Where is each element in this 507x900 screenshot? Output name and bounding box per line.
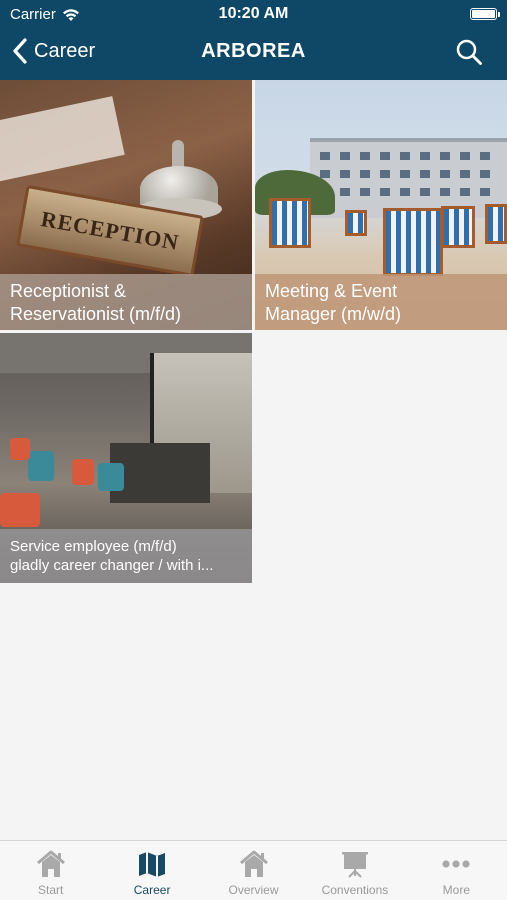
tab-label: More [442,883,470,897]
restaurant-chair [72,459,94,485]
presentation-board-icon [341,852,368,878]
status-time: 10:20 AM [218,5,289,22]
job-tile-event-manager[interactable]: Meeting & Event Manager (m/w/d) [255,80,507,330]
job-title: Service employee (m/f/d) gladly career c… [0,529,252,583]
battery-icon [470,8,500,20]
tab-conventions[interactable]: Conventions [304,841,405,900]
app-header: Carrier 10:20 AM Career ARBOREA [0,0,507,80]
page-title: ARBOREA [201,40,306,62]
job-title-line2: Manager (m/w/d) [265,304,402,324]
job-title-line2: gladly career changer / with i... [10,557,214,574]
job-title-line1: Service employee (m/f/d) [10,538,177,555]
tab-label: Career [133,883,171,897]
job-title-line1: Meeting & Event [265,281,398,301]
beach-chair [269,198,311,248]
tab-overview[interactable]: Overview [203,841,304,900]
beach-chair [345,210,367,236]
search-icon[interactable] [455,38,483,66]
beach-chair [441,206,475,248]
tab-start[interactable]: Start [0,841,101,900]
tab-more[interactable]: More [406,841,507,900]
restaurant-chair [98,463,124,491]
navigation-bar: Career ARBOREA [0,28,507,78]
house-icon [36,850,65,877]
tab-label: Overview [228,883,279,897]
restaurant-chair [0,493,40,527]
beach-chair [383,208,443,276]
job-title: Receptionist & Reservationist (m/f/d) [0,274,252,330]
house-icon [239,850,268,877]
job-title-line1: Receptionist & [10,281,127,301]
beach-chair [485,204,507,244]
job-title-line2: Reservationist (m/f/d) [10,304,182,324]
hotel-building [310,138,507,218]
bar-counter [110,443,210,503]
tab-career[interactable]: Career [101,841,202,900]
map-icon [139,852,166,877]
paper-decor [0,96,125,184]
tab-label: Start [38,883,64,897]
restaurant-chair [28,451,54,481]
restaurant-chair [10,438,30,460]
job-title: Meeting & Event Manager (m/w/d) [255,274,507,330]
job-tile-receptionist[interactable]: RECEPTION Receptionist & Reservationist … [0,80,252,330]
tab-label: Conventions [321,883,389,897]
tab-bar: Start Career Overview Conventions More [0,840,507,900]
status-bar: Carrier 10:20 AM [0,0,507,28]
job-tile-service-employee[interactable]: Service employee (m/f/d) gladly career c… [0,333,252,583]
more-dots-icon [442,860,470,868]
